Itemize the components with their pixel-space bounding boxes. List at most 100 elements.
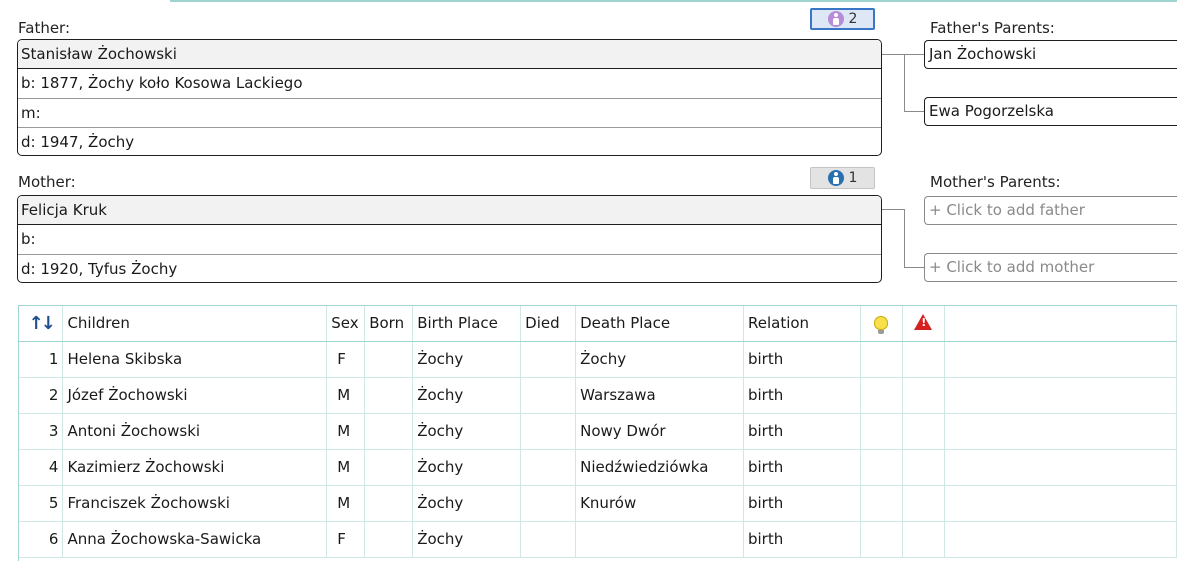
mother-parents-label: Mother's Parents: xyxy=(930,173,1061,191)
table-row[interactable]: 5 Franciszek Żochowski M Żochy Knurów bi… xyxy=(19,485,1177,522)
column-header-children[interactable]: Children xyxy=(62,306,328,342)
column-header-sex[interactable]: Sex xyxy=(326,306,366,342)
person-icon xyxy=(827,11,844,27)
child-birth-place[interactable]: Żochy xyxy=(412,413,522,450)
mother-name[interactable]: Felicja Kruk xyxy=(18,196,881,225)
person-icon xyxy=(827,170,844,186)
child-name[interactable]: Antoni Żochowski xyxy=(62,413,328,450)
child-hint-cell xyxy=(860,485,903,522)
child-name[interactable]: Kazimierz Żochowski xyxy=(62,449,328,486)
child-born[interactable] xyxy=(364,485,414,522)
child-birth-place[interactable]: Żochy xyxy=(412,449,522,486)
father-spouse-count-badge[interactable]: 2 xyxy=(810,8,875,30)
child-filler-cell xyxy=(944,485,1177,522)
child-sex[interactable]: F xyxy=(326,341,366,378)
child-born[interactable] xyxy=(364,341,414,378)
table-row[interactable]: 6 Anna Żochowska-Sawicka F Żochy birth xyxy=(19,521,1177,558)
child-birth-place[interactable]: Żochy xyxy=(412,341,522,378)
column-header-filler xyxy=(944,306,1177,342)
child-filler-cell xyxy=(944,413,1177,450)
table-header-row: ↑↓ Children Sex Born Birth Place Died De… xyxy=(19,306,1177,342)
child-problem-cell xyxy=(902,485,945,522)
add-maternal-grandmother-button[interactable]: + Click to add mother xyxy=(924,253,1177,282)
child-name[interactable]: Franciszek Żochowski xyxy=(62,485,328,522)
mother-spouse-count-badge[interactable]: 1 xyxy=(810,167,875,189)
sort-order-button[interactable]: ↑↓ xyxy=(19,306,64,342)
child-sex[interactable]: M xyxy=(326,377,366,414)
father-connector-lower xyxy=(904,111,924,112)
child-died[interactable] xyxy=(520,485,577,522)
child-problem-cell xyxy=(902,521,945,558)
add-maternal-grandfather-button[interactable]: + Click to add father xyxy=(924,196,1177,225)
child-death-place[interactable]: Żochy xyxy=(575,341,744,378)
mother-death[interactable]: d: 1920, Tyfus Żochy xyxy=(18,254,881,282)
child-born[interactable] xyxy=(364,521,414,558)
child-hint-cell xyxy=(860,413,903,450)
table-row[interactable]: 2 Józef Żochowski M Żochy Warszawa birth xyxy=(19,377,1177,414)
child-sex[interactable]: M xyxy=(326,485,366,522)
child-name[interactable]: Józef Żochowski xyxy=(62,377,328,414)
father-name[interactable]: Stanisław Żochowski xyxy=(18,40,881,69)
child-problem-cell xyxy=(902,377,945,414)
child-death-place[interactable]: Niedźwiedziówka xyxy=(575,449,744,486)
child-name[interactable]: Anna Żochowska-Sawicka xyxy=(62,521,328,558)
father-death[interactable]: d: 1947, Żochy xyxy=(18,127,881,155)
child-relation[interactable]: birth xyxy=(743,377,861,414)
child-died[interactable] xyxy=(520,341,577,378)
column-header-problems[interactable] xyxy=(902,306,945,342)
mother-label: Mother: xyxy=(18,173,76,191)
child-born[interactable] xyxy=(364,449,414,486)
column-header-died[interactable]: Died xyxy=(520,306,577,342)
child-sex[interactable]: F xyxy=(326,521,366,558)
column-header-birth-place[interactable]: Birth Place xyxy=(412,306,522,342)
column-header-born[interactable]: Born xyxy=(364,306,414,342)
child-sex[interactable]: M xyxy=(326,413,366,450)
child-born[interactable] xyxy=(364,377,414,414)
lightbulb-icon xyxy=(874,316,889,335)
children-grid[interactable]: ↑↓ Children Sex Born Birth Place Died De… xyxy=(18,305,1177,561)
paternal-grandmother-box[interactable]: Ewa Pogorzelska xyxy=(924,97,1177,126)
child-death-place[interactable]: Warszawa xyxy=(575,377,744,414)
paternal-grandfather-box[interactable]: Jan Żochowski xyxy=(924,40,1177,69)
child-name[interactable]: Helena Skibska xyxy=(62,341,328,378)
column-header-hints[interactable] xyxy=(860,306,903,342)
child-relation[interactable]: birth xyxy=(743,521,861,558)
child-hint-cell xyxy=(860,521,903,558)
table-row[interactable]: 1 Helena Skibska F Żochy Żochy birth xyxy=(19,341,1177,378)
child-hint-cell xyxy=(860,377,903,414)
father-birth[interactable]: b: 1877, Żochy koło Kosowa Lackiego xyxy=(18,69,881,98)
father-connector-vertical xyxy=(904,54,905,111)
child-death-place[interactable]: Nowy Dwór xyxy=(575,413,744,450)
column-header-relation[interactable]: Relation xyxy=(743,306,861,342)
child-died[interactable] xyxy=(520,377,577,414)
table-row[interactable]: 3 Antoni Żochowski M Żochy Nowy Dwór bir… xyxy=(19,413,1177,450)
child-problem-cell xyxy=(902,413,945,450)
father-marriage[interactable]: m: xyxy=(18,98,881,127)
child-death-place[interactable]: Knurów xyxy=(575,485,744,522)
father-card[interactable]: Stanisław Żochowski b: 1877, Żochy koło … xyxy=(17,39,882,156)
mother-card[interactable]: Felicja Kruk b: d: 1920, Tyfus Żochy xyxy=(17,195,882,283)
child-death-place[interactable] xyxy=(575,521,744,558)
child-died[interactable] xyxy=(520,413,577,450)
child-birth-place[interactable]: Żochy xyxy=(412,377,522,414)
mother-connector-lower xyxy=(904,267,924,268)
child-birth-place[interactable]: Żochy xyxy=(412,485,522,522)
child-number: 1 xyxy=(19,341,64,378)
child-filler-cell xyxy=(944,341,1177,378)
child-died[interactable] xyxy=(520,521,577,558)
child-born[interactable] xyxy=(364,413,414,450)
child-hint-cell xyxy=(860,341,903,378)
father-label: Father: xyxy=(18,19,71,37)
child-number: 2 xyxy=(19,377,64,414)
child-relation[interactable]: birth xyxy=(743,485,861,522)
mother-birth[interactable]: b: xyxy=(18,225,881,254)
child-relation[interactable]: birth xyxy=(743,449,861,486)
child-birth-place[interactable]: Żochy xyxy=(412,521,522,558)
child-relation[interactable]: birth xyxy=(743,341,861,378)
child-sex[interactable]: M xyxy=(326,449,366,486)
column-header-death-place[interactable]: Death Place xyxy=(575,306,744,342)
table-row[interactable]: 4 Kazimierz Żochowski M Żochy Niedźwiedz… xyxy=(19,449,1177,486)
child-relation[interactable]: birth xyxy=(743,413,861,450)
mother-spouse-count: 1 xyxy=(848,170,858,186)
child-died[interactable] xyxy=(520,449,577,486)
